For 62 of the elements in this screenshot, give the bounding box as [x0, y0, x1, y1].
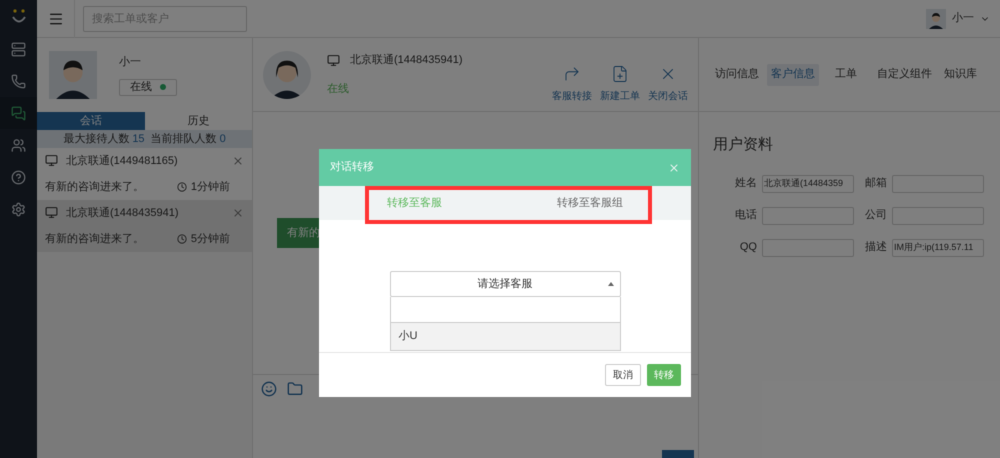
dropdown-option[interactable]: 小U [390, 323, 620, 351]
customer-name: 北京联通(1448435941) [350, 52, 463, 68]
transfer-button[interactable]: 转移 [647, 364, 681, 386]
agent-select[interactable]: 请选择客服 [390, 271, 620, 297]
info-tab[interactable]: 自定义组件 [873, 64, 936, 86]
info-tab[interactable]: 客户信息 [767, 64, 819, 86]
monitor-icon [45, 154, 58, 168]
session-item[interactable]: 北京联通(1449481165) 有新的咨询进来了。 1分钟前 [37, 148, 252, 200]
session-item[interactable]: 北京联通(1448435941) 有新的咨询进来了。 5分钟前 [37, 200, 252, 252]
text-field[interactable] [892, 174, 984, 192]
clock-icon [176, 182, 187, 192]
clock-icon [176, 234, 187, 244]
session-tab[interactable]: 历史 [144, 112, 252, 130]
session-message: 有新的咨询进来了。 [45, 180, 144, 195]
caret-icon [608, 282, 614, 286]
status-button[interactable]: 在线 [119, 78, 177, 96]
smile-icon[interactable] [261, 381, 277, 397]
customer-avatar [263, 50, 311, 98]
monitor-icon [327, 54, 340, 67]
toolbar-button[interactable]: 客服转接 [552, 65, 592, 104]
close-button[interactable] [668, 162, 680, 174]
dialog-tab[interactable]: 转移至客服组 [557, 194, 623, 212]
customer-status: 在线 [327, 82, 350, 96]
session-time: 1分钟前 [190, 180, 230, 195]
stat-text: 最大接待人数 15 [63, 132, 145, 147]
agent-name: 小一 [119, 55, 142, 70]
monitor-icon [45, 206, 58, 220]
info-tab[interactable]: 访问信息 [711, 64, 763, 86]
avatar [926, 8, 946, 28]
close-icon[interactable] [232, 206, 244, 219]
text-field[interactable] [762, 206, 854, 224]
field-label: QQ [738, 240, 757, 256]
cancel-button[interactable]: 取消 [605, 364, 641, 386]
forward-arrow-icon [563, 65, 581, 83]
session-time: 5分钟前 [190, 232, 230, 247]
session-tab[interactable]: 会话 [37, 112, 144, 130]
dialog-tab[interactable]: 转移至客服 [387, 194, 442, 212]
session-message: 有新的咨询进来了。 [45, 232, 144, 247]
toolbar-button[interactable]: 关闭会话 [648, 65, 688, 104]
info-tab[interactable]: 工单 [823, 64, 869, 86]
folder-icon[interactable] [287, 381, 303, 397]
stat-text: 当前排队人数 0 [150, 132, 226, 147]
field-label: 公司 [864, 208, 887, 224]
field-label: 姓名 [734, 176, 757, 192]
dialog-title: 对话转移 [330, 160, 374, 176]
session-name: 北京联通(1449481165) [66, 154, 178, 168]
field-label: 电话 [734, 208, 757, 224]
section-title: 用户资料 [713, 135, 774, 155]
toolbar-button[interactable]: 新建工单 [600, 65, 640, 104]
text-field[interactable]: 北京联通(14484359 [762, 174, 854, 192]
session-name: 北京联通(1448435941) [66, 206, 179, 220]
text-field[interactable] [892, 206, 984, 224]
info-tab[interactable]: 知识库 [940, 64, 981, 86]
close-icon[interactable] [232, 154, 244, 167]
chat-icon[interactable] [0, 97, 37, 129]
agent-avatar [49, 51, 97, 99]
text-field[interactable]: IM用户:ip(119.57.11 [892, 238, 984, 256]
field-label: 描述 [864, 240, 887, 256]
user-name[interactable]: 小一 [952, 10, 974, 27]
new-file-icon [611, 65, 629, 83]
field-label: 邮箱 [864, 176, 887, 192]
text-field[interactable] [762, 238, 854, 256]
